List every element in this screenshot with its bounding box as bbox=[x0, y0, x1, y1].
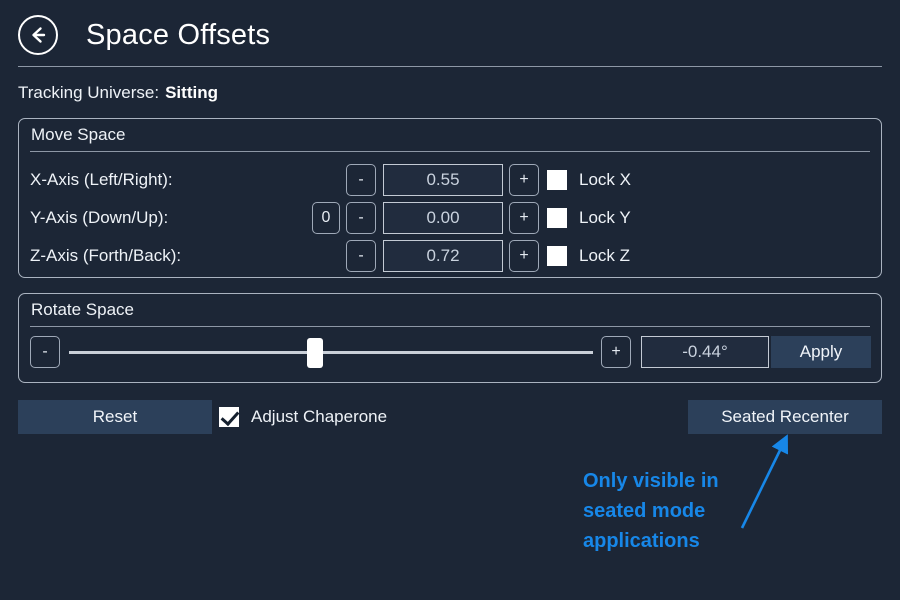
rotation-value-field[interactable]: -0.44° bbox=[641, 336, 769, 368]
rotate-space-divider bbox=[30, 326, 870, 327]
decrement-z-button[interactable]: - bbox=[346, 240, 376, 272]
apply-button[interactable]: Apply bbox=[771, 336, 871, 368]
decrement-y-button[interactable]: - bbox=[346, 202, 376, 234]
header-divider bbox=[18, 66, 882, 67]
increment-x-button[interactable]: + bbox=[509, 164, 539, 196]
value-field-z[interactable]: 0.72 bbox=[383, 240, 503, 272]
rotate-space-title: Rotate Space bbox=[31, 300, 135, 319]
tracking-universe-row: Tracking Universe: Sitting bbox=[18, 83, 218, 103]
value-field-y[interactable]: 0.00 bbox=[383, 202, 503, 234]
lock-x-checkbox[interactable] bbox=[547, 170, 567, 190]
page-header: Space Offsets bbox=[18, 10, 882, 60]
axis-label-z: Z-Axis (Forth/Back): bbox=[30, 246, 182, 265]
page-title: Space Offsets bbox=[86, 18, 271, 51]
move-space-group: Move Space X-Axis (Left/Right): - 0.55 +… bbox=[18, 118, 882, 278]
rotation-slider[interactable] bbox=[69, 338, 593, 368]
axis-label-y: Y-Axis (Down/Up): bbox=[30, 208, 169, 227]
rotate-increment-button[interactable]: + bbox=[601, 336, 631, 368]
move-space-title: Move Space bbox=[31, 125, 126, 144]
increment-z-button[interactable]: + bbox=[509, 240, 539, 272]
lock-x-checkbox-row[interactable]: Lock X bbox=[547, 164, 631, 196]
lock-z-checkbox[interactable] bbox=[547, 246, 567, 266]
axis-row-x: X-Axis (Left/Right): - 0.55 + Lock X bbox=[19, 163, 881, 197]
lock-y-checkbox[interactable] bbox=[547, 208, 567, 228]
lock-x-label: Lock X bbox=[579, 170, 631, 189]
axis-row-z: Z-Axis (Forth/Back): - 0.72 + Lock Z bbox=[19, 239, 881, 273]
value-field-x[interactable]: 0.55 bbox=[383, 164, 503, 196]
lock-y-label: Lock Y bbox=[579, 208, 631, 227]
adjust-chaperone-checkbox[interactable] bbox=[219, 407, 239, 427]
tracking-universe-value: Sitting bbox=[165, 83, 218, 102]
adjust-chaperone-label: Adjust Chaperone bbox=[251, 407, 388, 426]
tracking-universe-label: Tracking Universe: bbox=[18, 83, 160, 102]
lock-z-label: Lock Z bbox=[579, 246, 631, 265]
adjust-chaperone-row[interactable]: Adjust Chaperone bbox=[219, 400, 387, 434]
annotation-text: Only visible in seated mode applications bbox=[583, 470, 719, 552]
rotate-space-group: Rotate Space - + -0.44° Apply bbox=[18, 293, 882, 383]
lock-z-checkbox-row[interactable]: Lock Z bbox=[547, 240, 630, 272]
rotate-controls-row: - + -0.44° Apply bbox=[19, 334, 881, 370]
rotation-slider-handle[interactable] bbox=[307, 338, 324, 368]
rotate-decrement-button[interactable]: - bbox=[30, 336, 60, 368]
reset-button[interactable]: Reset bbox=[18, 400, 212, 434]
axis-label-x: X-Axis (Left/Right): bbox=[30, 170, 173, 189]
back-arrow-circle-icon[interactable] bbox=[18, 15, 58, 55]
increment-y-button[interactable]: + bbox=[509, 202, 539, 234]
zero-y-button[interactable]: 0 bbox=[312, 202, 340, 234]
lock-y-checkbox-row[interactable]: Lock Y bbox=[547, 202, 631, 234]
space-offsets-page: Space Offsets Tracking Universe: Sitting … bbox=[0, 0, 900, 600]
move-space-divider bbox=[30, 151, 870, 152]
axis-row-y: Y-Axis (Down/Up): 0 - 0.00 + Lock Y bbox=[19, 201, 881, 235]
decrement-x-button[interactable]: - bbox=[346, 164, 376, 196]
seated-recenter-button[interactable]: Seated Recenter bbox=[688, 400, 882, 434]
